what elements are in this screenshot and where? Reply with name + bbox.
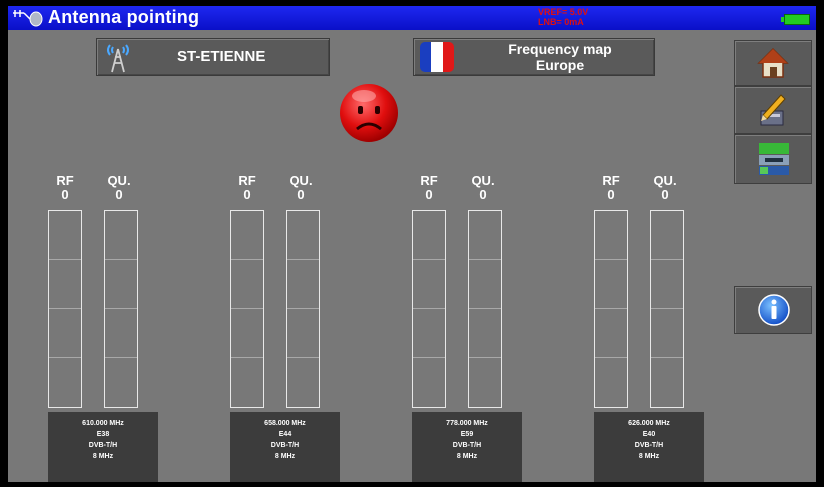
bandwidth-value: 8 MHz xyxy=(456,453,478,460)
quality-value: 0 xyxy=(479,187,487,202)
bandwidth-value: 8 MHz xyxy=(274,453,296,460)
home-button[interactable] xyxy=(734,40,812,86)
rf-value: 0 xyxy=(243,187,251,202)
channel-value: E40 xyxy=(642,431,656,438)
rf-label: RF 0 xyxy=(238,173,256,202)
frequency-map-region: Europe xyxy=(535,57,585,73)
channel-info[interactable]: 658.000 MHz E44 DVB-T/H 8 MHz xyxy=(230,412,340,482)
meter-group-4: RF 0 QU. 0 626.000 MHz E40 DVB-T/H 8 MHz xyxy=(594,166,704,482)
standard-value: DVB-T/H xyxy=(634,442,664,449)
channel-value: E38 xyxy=(96,431,110,438)
antenna-pointing-screen: Antenna pointing VREF= 5.0V LNB= 0mA ST-… xyxy=(8,6,816,482)
quality-value: 0 xyxy=(661,187,669,202)
satellite-dish-icon xyxy=(12,9,44,32)
vref-status: VREF= 5.0V xyxy=(538,7,589,17)
lnb-status: LNB= 0mA xyxy=(538,17,584,27)
standard-value: DVB-T/H xyxy=(88,442,118,449)
quality-label: QU. 0 xyxy=(471,173,495,202)
rf-label: RF 0 xyxy=(56,173,74,202)
channel-value: E59 xyxy=(460,431,474,438)
page-title: Antenna pointing xyxy=(48,7,200,27)
rf-label: RF 0 xyxy=(420,173,438,202)
quality-label: QU. 0 xyxy=(653,173,677,202)
site-label: ST-ETIENNE xyxy=(177,48,266,65)
channel-info[interactable]: 778.000 MHz E59 DVB-T/H 8 MHz xyxy=(412,412,522,482)
pencil-icon xyxy=(760,94,786,126)
channel-value: E44 xyxy=(278,431,292,438)
rf-label: RF 0 xyxy=(602,173,620,202)
power-status: VREF= 5.0V LNB= 0mA xyxy=(538,7,588,27)
info-button[interactable] xyxy=(734,286,812,334)
bandwidth-value: 8 MHz xyxy=(638,453,660,460)
frequency-value: 610.000 MHz xyxy=(82,420,124,427)
meter-group-2: RF 0 QU. 0 658.000 MHz E44 DVB-T/H 8 MHz xyxy=(230,166,340,482)
standard-value: DVB-T/H xyxy=(270,442,300,449)
channel-info[interactable]: 610.000 MHz E38 DVB-T/H 8 MHz xyxy=(48,412,158,482)
rf-level-bar xyxy=(594,210,628,408)
frequency-value: 778.000 MHz xyxy=(446,420,488,427)
installation-icon xyxy=(759,143,789,175)
battery-icon xyxy=(781,14,810,25)
meter-group-1: RF 0 QU. 0 610.000 MHz E38 DVB-T/H 8 MHz xyxy=(48,166,158,482)
channel-info[interactable]: 626.000 MHz E40 DVB-T/H 8 MHz xyxy=(594,412,704,482)
edit-button[interactable] xyxy=(734,86,812,134)
home-icon xyxy=(757,47,789,78)
quality-level-bar xyxy=(286,210,320,408)
quality-label: QU. 0 xyxy=(107,173,131,202)
frequency-value: 626.000 MHz xyxy=(628,420,670,427)
rf-level-bar xyxy=(230,210,264,408)
quality-value: 0 xyxy=(297,187,305,202)
title-bar: Antenna pointing VREF= 5.0V LNB= 0mA xyxy=(8,6,816,30)
quality-level-bar xyxy=(468,210,502,408)
rf-level-bar xyxy=(412,210,446,408)
frequency-value: 658.000 MHz xyxy=(264,420,306,427)
quality-level-bar xyxy=(104,210,138,408)
site-selector-button[interactable]: ST-ETIENNE xyxy=(96,38,330,76)
bandwidth-value: 8 MHz xyxy=(92,453,114,460)
info-icon xyxy=(758,294,790,326)
rf-value: 0 xyxy=(425,187,433,202)
frequency-map-label: Frequency map xyxy=(508,41,612,57)
rf-value: 0 xyxy=(61,187,69,202)
standard-value: DVB-T/H xyxy=(452,442,482,449)
antenna-tower-icon xyxy=(105,41,131,78)
settings-button[interactable] xyxy=(734,134,812,184)
sad-face-icon xyxy=(338,82,400,149)
quality-level-bar xyxy=(650,210,684,408)
france-flag-icon xyxy=(420,42,454,72)
rf-level-bar xyxy=(48,210,82,408)
quality-label: QU. 0 xyxy=(289,173,313,202)
rf-value: 0 xyxy=(607,187,615,202)
frequency-map-button[interactable]: Frequency map Europe xyxy=(413,38,655,76)
quality-value: 0 xyxy=(115,187,123,202)
meter-group-3: RF 0 QU. 0 778.000 MHz E59 DVB-T/H 8 MHz xyxy=(412,166,522,482)
